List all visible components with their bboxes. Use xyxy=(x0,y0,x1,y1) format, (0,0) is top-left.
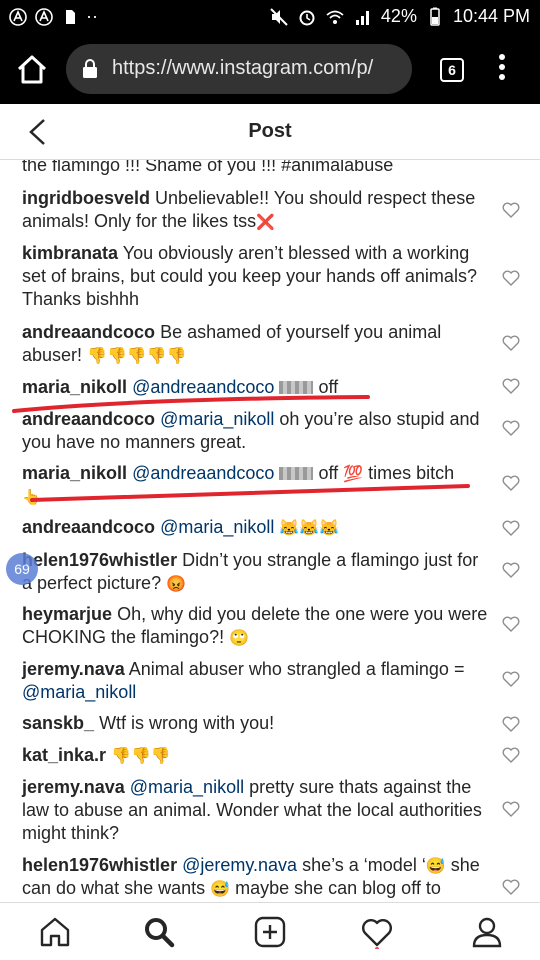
comment-mention[interactable]: @maria_nikoll xyxy=(160,517,274,537)
wifi-icon xyxy=(326,10,344,24)
sweat-smile-emoji: 😅 xyxy=(425,858,446,875)
comment-mention[interactable]: @jeremy.nava xyxy=(182,855,297,875)
comment-item: the flamingo !!! Shame of you !!! #anima… xyxy=(22,160,492,177)
new-post-icon[interactable] xyxy=(253,915,287,949)
comment-text: Wtf is wrong with you! xyxy=(99,713,275,733)
activity-heart-icon[interactable] xyxy=(360,915,394,949)
comment-text: Animal abuser who strangled a flamingo = xyxy=(128,659,465,679)
clock: 10:44 PM xyxy=(452,6,530,26)
comment-item: heymarjue Oh, why did you delete the one… xyxy=(22,603,492,649)
comment-username[interactable]: sanskb_ xyxy=(22,713,94,733)
comment-item: helen1976whistler @jeremy.nava she’s a ‘… xyxy=(22,854,492,900)
notification-a-icon xyxy=(9,7,27,26)
comment-item: jeremy.nava @maria_nikoll pretty sure th… xyxy=(22,776,492,845)
address-bar[interactable]: https://www.instagram.com/p/ xyxy=(66,44,412,94)
like-heart-icon[interactable] xyxy=(502,716,520,732)
status-more-dots: ·· xyxy=(86,6,98,26)
comment-mention[interactable]: @maria_nikoll xyxy=(22,682,136,702)
mute-icon xyxy=(270,7,288,26)
like-heart-icon[interactable] xyxy=(502,420,520,436)
comment-mention[interactable]: @maria_nikoll xyxy=(160,409,274,429)
home-icon[interactable] xyxy=(14,52,50,88)
comment-username[interactable]: jeremy.nava xyxy=(22,777,125,797)
tab-switcher-button[interactable]: 6 xyxy=(440,58,464,82)
comment-username[interactable]: helen1976whistler xyxy=(22,550,177,570)
like-heart-icon[interactable] xyxy=(502,270,520,286)
sim-card-icon xyxy=(66,9,75,24)
angry-face-emoji: 😡 xyxy=(166,576,187,593)
bottom-nav xyxy=(0,902,540,960)
comment-item: andreaandcoco @maria_nikoll 😹😹😹 xyxy=(22,516,492,539)
status-bar: ·· 42% 10:44 PM xyxy=(0,0,540,34)
comment-username[interactable]: kat_inka.r xyxy=(22,745,106,765)
overflow-menu-icon[interactable] xyxy=(494,54,510,84)
battery-icon xyxy=(430,7,440,26)
red-underline-annotation xyxy=(30,484,470,502)
cat-laughing-emoji: 😹😹😹 xyxy=(279,520,340,537)
like-heart-icon[interactable] xyxy=(502,801,520,817)
like-heart-icon[interactable] xyxy=(502,616,520,632)
comment-text: the flamingo !!! Shame of you !!! #anima… xyxy=(22,160,394,175)
thumbs-down-emoji: 👎👎👎 xyxy=(111,748,171,765)
comment-item: ingridboesveld Unbelievable!! You should… xyxy=(22,187,492,233)
notification-a-icon xyxy=(35,7,53,26)
like-heart-icon[interactable] xyxy=(502,747,520,763)
browser-toolbar: https://www.instagram.com/p/ 6 xyxy=(0,34,540,104)
battery-percent: 42% xyxy=(380,6,417,26)
page-title: Post xyxy=(248,120,292,142)
comment-username[interactable]: andreaandcoco xyxy=(22,409,155,429)
cross-mark-emoji: ❌ xyxy=(256,214,275,231)
comment-item: andreaandcoco Be ashamed of yourself you… xyxy=(22,321,492,367)
comment-item: jeremy.nava Animal abuser who strangled … xyxy=(22,658,492,704)
comment-text: she’s a ‘model ‘ xyxy=(302,855,426,875)
comment-item: helen1976whistler Didn’t you strangle a … xyxy=(22,549,492,595)
censored-word xyxy=(279,467,314,480)
like-heart-icon[interactable] xyxy=(502,475,520,491)
like-heart-icon[interactable] xyxy=(502,671,520,687)
comment-username[interactable]: andreaandcoco xyxy=(22,322,155,342)
floating-count-badge[interactable]: 69 xyxy=(6,553,38,585)
page-header: Post xyxy=(0,104,540,160)
comment-mention[interactable]: @maria_nikoll xyxy=(130,777,244,797)
comment-item: kimbranata You obviously aren’t blessed … xyxy=(22,242,492,311)
like-heart-icon[interactable] xyxy=(502,378,520,394)
thumbs-down-emoji: 👎👎👎👎👎 xyxy=(87,348,187,365)
search-tab-icon[interactable] xyxy=(142,915,176,949)
comment-item: andreaandcoco @maria_nikoll oh you’re al… xyxy=(22,408,492,454)
eye-roll-emoji: 🙄 xyxy=(229,630,250,647)
comment-text: maybe she can blog off to xyxy=(235,878,441,898)
comment-username[interactable]: helen1976whistler xyxy=(22,855,177,875)
comment-item: sanskb_ Wtf is wrong with you! xyxy=(22,712,492,735)
lock-icon xyxy=(83,59,97,78)
profile-icon[interactable] xyxy=(470,915,504,949)
url-text[interactable]: https://www.instagram.com/p/ xyxy=(112,57,402,80)
like-heart-icon[interactable] xyxy=(502,520,520,536)
alarm-icon xyxy=(299,10,315,25)
comment-username[interactable]: andreaandcoco xyxy=(22,517,155,537)
comment-username[interactable]: jeremy.nava xyxy=(22,659,125,679)
signal-icon xyxy=(355,10,369,25)
comment-username[interactable]: kimbranata xyxy=(22,243,118,263)
like-heart-icon[interactable] xyxy=(502,879,520,895)
like-heart-icon[interactable] xyxy=(502,335,520,351)
comments-list: the flamingo !!! Shame of you !!! #anima… xyxy=(0,160,540,902)
like-heart-icon[interactable] xyxy=(502,202,520,218)
sweat-smile-emoji: 😅 xyxy=(210,881,231,898)
comment-username[interactable]: ingridboesveld xyxy=(22,188,150,208)
home-tab-icon[interactable] xyxy=(38,915,72,949)
comment-username[interactable]: heymarjue xyxy=(22,604,112,624)
like-heart-icon[interactable] xyxy=(502,562,520,578)
comment-item: kat_inka.r 👎👎👎 xyxy=(22,744,492,767)
